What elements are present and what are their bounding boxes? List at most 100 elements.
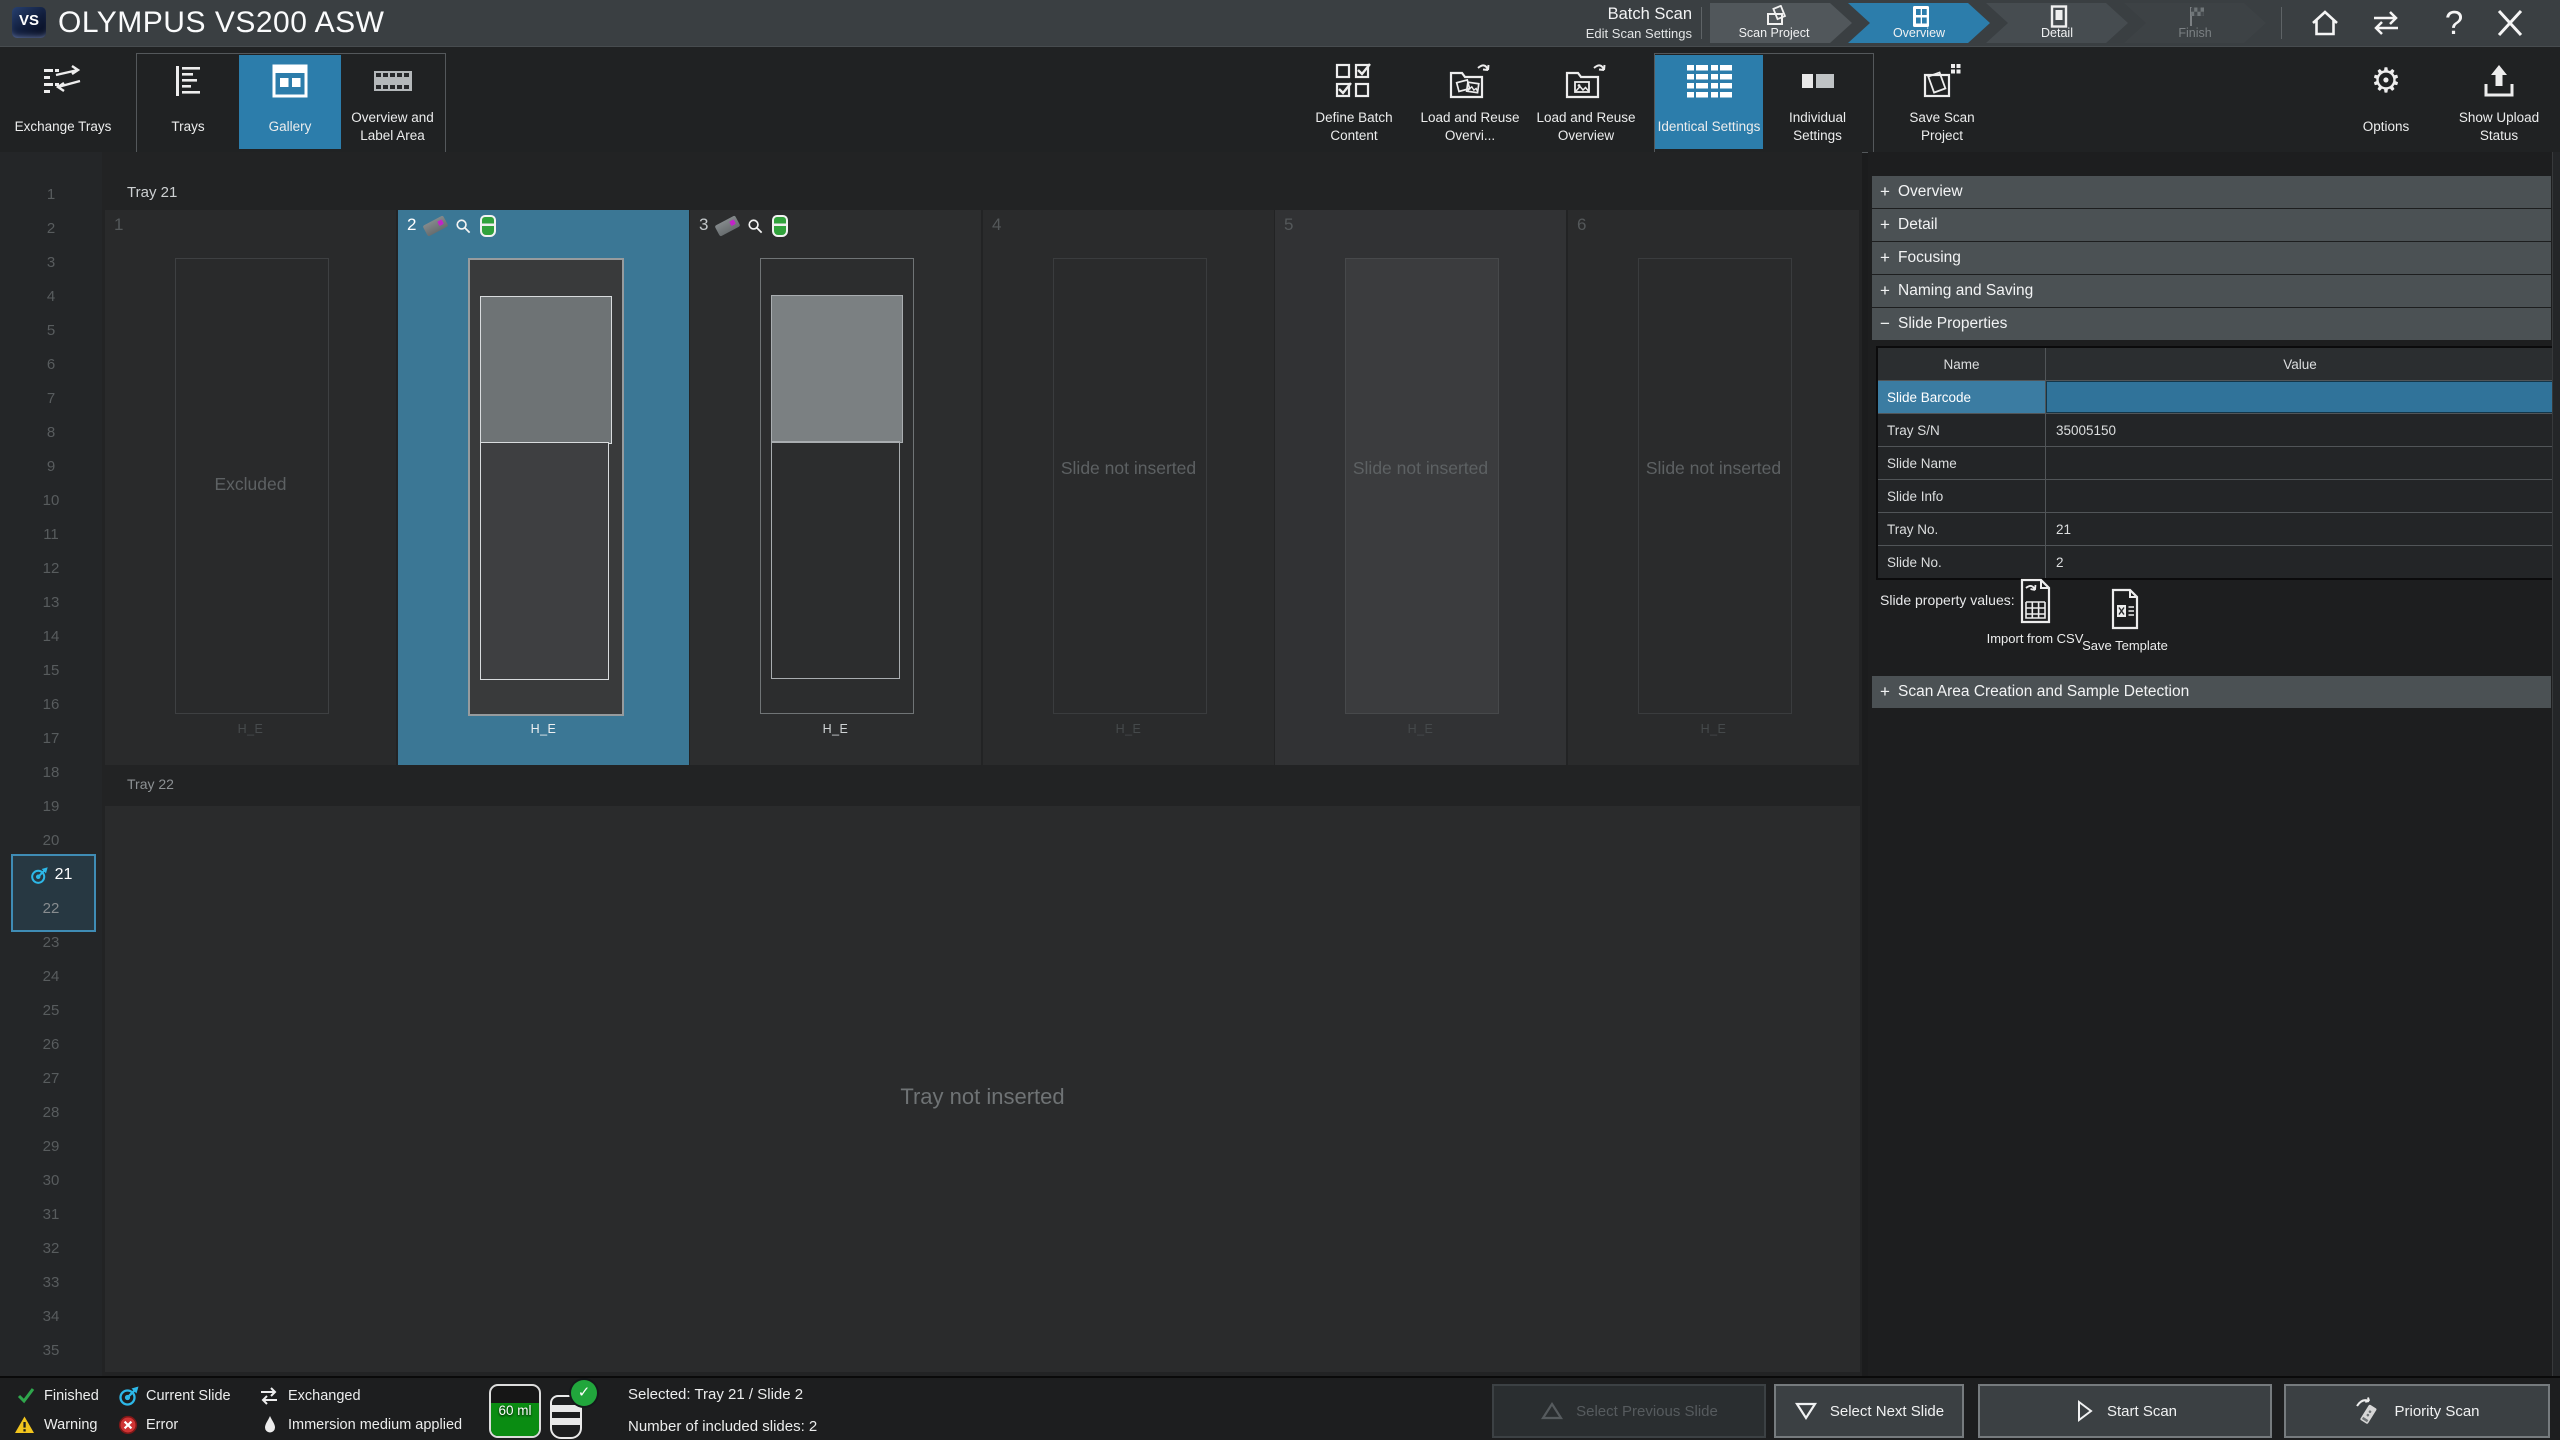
table-row-tray-no[interactable]: Tray No. 21 (1878, 512, 2554, 545)
load-reuse-overview-button[interactable]: Load and Reuse Overview (1528, 55, 1644, 149)
table-row-slide-info[interactable]: Slide Info (1878, 479, 2554, 512)
tray-list-item-28[interactable]: 28 (0, 1096, 102, 1130)
tray-list-item-9[interactable]: 9 (0, 450, 102, 484)
tray-list-item-34[interactable]: 34 (0, 1300, 102, 1334)
tray-number: 27 (43, 1070, 60, 1087)
section-naming-saving[interactable]: + Naming and Saving (1872, 275, 2551, 307)
immersion-vial-icon (480, 215, 496, 237)
show-upload-status-label: Show Upload Status (2442, 107, 2556, 147)
section-scan-area-creation[interactable]: + Scan Area Creation and Sample Detectio… (1872, 676, 2551, 708)
slot-message: Excluded (176, 468, 326, 501)
tray-list-item-1[interactable]: 1 (0, 178, 102, 212)
save-scan-project-label: Save Scan Project (1888, 107, 1996, 147)
tray-list-item-16[interactable]: 16 (0, 688, 102, 722)
close-icon[interactable] (2488, 6, 2532, 40)
mode-label: Batch Scan Edit Scan Settings (1450, 3, 1692, 42)
tray-list-item-6[interactable]: 6 (0, 348, 102, 382)
save-scan-project-button[interactable]: Save Scan Project (1886, 55, 1998, 149)
slide-slot-4[interactable]: 4Slide not insertedH_E (983, 210, 1274, 765)
define-batch-content-button[interactable]: Define Batch Content (1296, 55, 1412, 149)
tray-list-item-35[interactable]: 35 (0, 1334, 102, 1368)
tray-list-item-20[interactable]: 20 (0, 824, 102, 858)
slide-slot-6[interactable]: 6Slide not insertedH_E (1568, 210, 1859, 765)
section-focusing[interactable]: + Focusing (1872, 242, 2551, 274)
tray-list-item-33[interactable]: 33 (0, 1266, 102, 1300)
section-overview[interactable]: + Overview (1872, 176, 2551, 208)
settings-panel: + Overview + Detail + Focusing + Naming … (1868, 152, 2560, 1376)
priority-scan-button[interactable]: Priority Scan (2284, 1384, 2550, 1438)
identical-settings-button[interactable]: Identical Settings (1655, 55, 1763, 149)
switch-layout-icon[interactable] (2364, 6, 2408, 40)
gallery-button[interactable]: Gallery (239, 55, 341, 149)
slide-slot-1[interactable]: 1ExcludedH_E (105, 210, 396, 765)
exchange-trays-button[interactable]: Exchange Trays (4, 55, 122, 149)
slide-slot-2[interactable]: 2H_E (398, 210, 689, 765)
expand-icon: + (1872, 281, 1898, 301)
tray-list-item-22[interactable]: 22 (0, 892, 102, 926)
section-slide-properties[interactable]: − Slide Properties (1872, 308, 2551, 340)
property-value[interactable] (2046, 447, 2554, 479)
show-upload-status-button[interactable]: Show Upload Status (2440, 55, 2558, 149)
slide-slot-5[interactable]: 5Slide not insertedH_E (1275, 210, 1566, 765)
options-button[interactable]: ⚙ Options (2346, 55, 2426, 149)
panel-scrollbar[interactable] (2552, 152, 2560, 1376)
overview-label-area-button[interactable]: Overview and Label Area (341, 55, 444, 149)
tray-list-item-18[interactable]: 18 (0, 756, 102, 790)
tray-list-item-32[interactable]: 32 (0, 1232, 102, 1266)
select-next-slide-button[interactable]: Select Next Slide (1774, 1384, 1964, 1438)
tray-list-item-27[interactable]: 27 (0, 1062, 102, 1096)
step-scan-project[interactable]: Scan Project (1710, 3, 1852, 43)
tray-list-item-29[interactable]: 29 (0, 1130, 102, 1164)
tray-list-item-4[interactable]: 4 (0, 280, 102, 314)
step-overview[interactable]: Overview (1848, 3, 1990, 43)
tray-list-item-25[interactable]: 25 (0, 994, 102, 1028)
slide-slot-3[interactable]: 3H_E (690, 210, 981, 765)
tray-list-item-14[interactable]: 14 (0, 620, 102, 654)
tray-list-item-2[interactable]: 2 (0, 212, 102, 246)
property-value[interactable]: 35005150 (2046, 414, 2554, 446)
tray-number: 31 (43, 1206, 60, 1223)
tray-list-item-10[interactable]: 10 (0, 484, 102, 518)
property-value[interactable] (2046, 381, 2554, 413)
expand-icon: + (1872, 182, 1898, 202)
section-detail[interactable]: + Detail (1872, 209, 2551, 241)
start-scan-button[interactable]: Start Scan (1978, 1384, 2272, 1438)
tray-list-item-15[interactable]: 15 (0, 654, 102, 688)
finished-check-icon (16, 1386, 38, 1408)
tray-list-item-13[interactable]: 13 (0, 586, 102, 620)
tray-list-item-7[interactable]: 7 (0, 382, 102, 416)
tray-list-item-12[interactable]: 12 (0, 552, 102, 586)
detail-icon (2000, 5, 2118, 27)
tray-list-item-5[interactable]: 5 (0, 314, 102, 348)
tray-list-item-17[interactable]: 17 (0, 722, 102, 756)
tray-list-item-31[interactable]: 31 (0, 1198, 102, 1232)
tray-list-item-30[interactable]: 30 (0, 1164, 102, 1198)
property-value[interactable]: 2 (2046, 546, 2554, 578)
individual-settings-button[interactable]: Individual Settings (1763, 55, 1872, 149)
tray-list-item-11[interactable]: 11 (0, 518, 102, 552)
tray-list-item-19[interactable]: 19 (0, 790, 102, 824)
tray-list-item-3[interactable]: 3 (0, 246, 102, 280)
table-row-slide-name[interactable]: Slide Name (1878, 446, 2554, 479)
tray-list-item-21[interactable]: 21 (0, 858, 102, 892)
help-icon[interactable]: ? (2432, 6, 2476, 44)
individual-settings-label: Individual Settings (1765, 107, 1870, 147)
property-value[interactable]: 21 (2046, 513, 2554, 545)
home-icon[interactable] (2303, 6, 2347, 40)
table-row-tray-sn[interactable]: Tray S/N 35005150 (1878, 413, 2554, 446)
tray-number: 18 (43, 764, 60, 781)
select-previous-slide-button[interactable]: Select Previous Slide (1492, 1384, 1766, 1438)
trays-button[interactable]: Trays (137, 55, 239, 149)
tray-number: 32 (43, 1240, 60, 1257)
save-template-button[interactable]: Save Template (2070, 578, 2180, 655)
step-label: Finish (2138, 26, 2252, 40)
load-reuse-overview-multi-button[interactable]: Load and Reuse Overvi... (1412, 55, 1528, 149)
table-row-slide-no[interactable]: Slide No. 2 (1878, 545, 2554, 578)
property-value[interactable] (2046, 480, 2554, 512)
tray-list-item-23[interactable]: 23 (0, 926, 102, 960)
tray-list-item-8[interactable]: 8 (0, 416, 102, 450)
table-row-slide-barcode[interactable]: Slide Barcode (1878, 380, 2554, 413)
tray-list-item-24[interactable]: 24 (0, 960, 102, 994)
step-detail[interactable]: Detail (1986, 3, 2128, 43)
tray-list-item-26[interactable]: 26 (0, 1028, 102, 1062)
